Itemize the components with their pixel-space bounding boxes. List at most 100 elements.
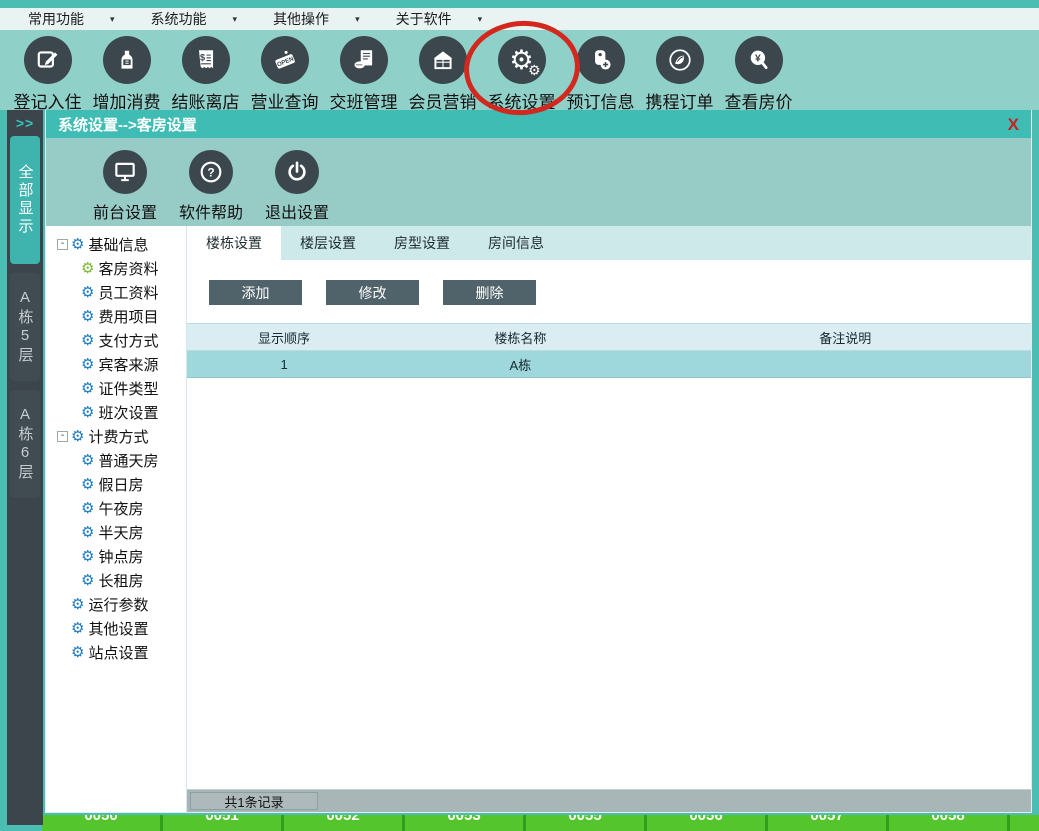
room-tile[interactable]: 0052 bbox=[284, 815, 405, 831]
tab-bar: 楼栋设置楼层设置房型设置房间信息 bbox=[187, 226, 1031, 260]
dialog-toolbar-button-前台设置[interactable]: 前台设置 bbox=[82, 138, 168, 223]
toolbar-button-label: 会员营销 bbox=[409, 88, 477, 113]
room-tile[interactable]: 0057 bbox=[768, 815, 889, 831]
room-number: 0058 bbox=[889, 815, 1007, 824]
tree-item-费用项目[interactable]: ⚙费用项目 bbox=[57, 304, 186, 328]
gear-icon: ⚙ bbox=[71, 597, 84, 612]
chevron-down-icon: ▾ bbox=[355, 14, 360, 25]
toolbar-button-增加消费[interactable]: 增加消费 bbox=[87, 30, 166, 113]
tree-item-半天房[interactable]: ⚙半天房 bbox=[57, 520, 186, 544]
sidebar-expand-button[interactable]: >> bbox=[7, 110, 43, 136]
toolbar-button-营业查询[interactable]: OPEN 营业查询 bbox=[245, 30, 324, 113]
gear-icon: ⚙ bbox=[81, 501, 94, 516]
business-query-icon: OPEN bbox=[261, 36, 309, 84]
gear-icon: ⚙ bbox=[81, 453, 94, 468]
toolbar-button-label: 结账离店 bbox=[172, 88, 240, 113]
tab-房型设置[interactable]: 房型设置 bbox=[375, 226, 469, 260]
room-number: 0051 bbox=[163, 815, 281, 824]
room-tile[interactable]: 0 bbox=[1010, 815, 1039, 831]
action-button-修改[interactable]: 修改 bbox=[326, 280, 419, 305]
sidebar-tab-A栋6层[interactable]: A栋6层 bbox=[10, 390, 40, 498]
tree-collapse-icon[interactable]: - bbox=[57, 239, 68, 250]
toolbar-button-会员营销[interactable]: 会员营销 bbox=[403, 30, 482, 113]
tab-楼层设置[interactable]: 楼层设置 bbox=[281, 226, 375, 260]
room-tile[interactable]: 0050 bbox=[42, 815, 163, 831]
room-tile[interactable]: 0056 bbox=[647, 815, 768, 831]
menu-系统功能[interactable]: 系统功能▾ bbox=[151, 9, 238, 29]
toolbar-button-交班管理[interactable]: 交班管理 bbox=[324, 30, 403, 113]
gear-icon: ⚙ bbox=[81, 333, 94, 348]
checkout-icon: $ bbox=[182, 36, 230, 84]
tree-item-客房资料[interactable]: ⚙客房资料 bbox=[57, 256, 186, 280]
tab-房间信息[interactable]: 房间信息 bbox=[469, 226, 563, 260]
tree-item-钟点房[interactable]: ⚙钟点房 bbox=[57, 544, 186, 568]
tab-楼栋设置[interactable]: 楼栋设置 bbox=[187, 226, 281, 260]
room-number: 0053 bbox=[405, 815, 523, 824]
dialog-toolbar-label: 软件帮助 bbox=[179, 199, 243, 223]
toolbar-button-系统设置[interactable]: ⚙⚙系统设置 bbox=[482, 30, 561, 113]
svg-text:?: ? bbox=[207, 165, 214, 179]
tree-item-label: 钟点房 bbox=[98, 546, 143, 567]
menu-常用功能[interactable]: 常用功能▾ bbox=[28, 9, 115, 29]
toolbar-button-label: 预订信息 bbox=[567, 88, 635, 113]
menu-其他操作[interactable]: 其他操作▾ bbox=[273, 9, 360, 29]
settings-dialog: 系统设置-->客房设置 X 前台设置?软件帮助退出设置 -⚙基础信息⚙客房资料⚙… bbox=[46, 110, 1031, 812]
gear-icon: ⚙ bbox=[81, 357, 94, 372]
gear-icon: ⚙ bbox=[71, 645, 84, 660]
tree-item-宾客来源[interactable]: ⚙ 宾客来源 bbox=[57, 352, 186, 376]
room-tile[interactable]: 0053 bbox=[405, 815, 526, 831]
room-number: 0057 bbox=[768, 815, 886, 824]
dialog-toolbar: 前台设置? 软件帮助退出设置 bbox=[46, 138, 1031, 226]
tree-item-label: 基础信息 bbox=[88, 234, 148, 255]
toolbar-button-预订信息[interactable]: 预订信息 bbox=[561, 30, 640, 113]
tree-item-站点设置[interactable]: ⚙站点设置 bbox=[57, 640, 186, 664]
tree-item-label: 普通天房 bbox=[98, 450, 158, 471]
dialog-toolbar-button-软件帮助[interactable]: ? 软件帮助 bbox=[168, 138, 254, 223]
gear-icon: ⚙ bbox=[71, 237, 84, 252]
tree-item-计费方式[interactable]: -⚙计费方式 bbox=[57, 424, 186, 448]
tree-item-其他设置[interactable]: ⚙其他设置 bbox=[57, 616, 186, 640]
toolbar-button-携程订单[interactable]: 携程订单 bbox=[640, 30, 719, 113]
ctrip-icon bbox=[656, 36, 704, 84]
close-icon[interactable]: X bbox=[1008, 116, 1019, 133]
action-button-删除[interactable]: 删除 bbox=[443, 280, 536, 305]
toolbar-button-查看房价[interactable]: ¥查看房价 bbox=[719, 30, 798, 113]
tree-item-label: 宾客来源 bbox=[98, 354, 158, 375]
dialog-toolbar-label: 前台设置 bbox=[93, 199, 157, 223]
column-header: 显示顺序 bbox=[187, 324, 381, 350]
room-tile[interactable]: 0058 bbox=[889, 815, 1010, 831]
tree-item-长租房[interactable]: ⚙长租房 bbox=[57, 568, 186, 592]
menu-关于软件[interactable]: 关于软件▾ bbox=[396, 9, 483, 29]
dialog-toolbar-button-退出设置[interactable]: 退出设置 bbox=[254, 138, 340, 223]
price-icon: ¥ bbox=[735, 36, 783, 84]
tree-item-label: 客房资料 bbox=[98, 258, 158, 279]
tree-item-运行参数[interactable]: ⚙运行参数 bbox=[57, 592, 186, 616]
tree-item-label: 费用项目 bbox=[98, 306, 158, 327]
sidebar-tab-A栋5层[interactable]: A栋5层 bbox=[10, 273, 40, 381]
tree-item-基础信息[interactable]: -⚙ 基础信息 bbox=[57, 232, 186, 256]
tree-item-普通天房[interactable]: ⚙ 普通天房 bbox=[57, 448, 186, 472]
action-button-添加[interactable]: 添加 bbox=[209, 280, 302, 305]
toolbar-button-登记入住[interactable]: 登记入住 bbox=[8, 30, 87, 113]
monitor-icon bbox=[103, 150, 147, 194]
room-grid-strip: 005000510052005300550056005700580 bbox=[0, 815, 1039, 831]
room-tile[interactable]: 0051 bbox=[163, 815, 284, 831]
room-tile[interactable]: 0055 bbox=[526, 815, 647, 831]
tree-collapse-icon[interactable]: - bbox=[57, 431, 68, 442]
toolbar-button-label: 营业查询 bbox=[251, 88, 319, 113]
tree-item-证件类型[interactable]: ⚙证件类型 bbox=[57, 376, 186, 400]
gear-icon: ⚙ bbox=[81, 285, 94, 300]
room-number: 0052 bbox=[284, 815, 402, 824]
table-row[interactable]: 1A栋 bbox=[187, 351, 1031, 378]
tree-item-午夜房[interactable]: ⚙午夜房 bbox=[57, 496, 186, 520]
tree-item-员工资料[interactable]: ⚙ 员工资料 bbox=[57, 280, 186, 304]
toolbar-button-结账离店[interactable]: $ 结账离店 bbox=[166, 30, 245, 113]
room-number: 0050 bbox=[42, 815, 160, 824]
sidebar-tab-全部显示[interactable]: 全部显示 bbox=[10, 136, 40, 264]
tree-item-假日房[interactable]: ⚙假日房 bbox=[57, 472, 186, 496]
tree-item-支付方式[interactable]: ⚙支付方式 bbox=[57, 328, 186, 352]
tree-item-班次设置[interactable]: ⚙班次设置 bbox=[57, 400, 186, 424]
dialog-title-bar: 系统设置-->客房设置 X bbox=[46, 110, 1031, 138]
chevron-down-icon: ▾ bbox=[233, 14, 238, 25]
tree-item-label: 员工资料 bbox=[98, 282, 158, 303]
